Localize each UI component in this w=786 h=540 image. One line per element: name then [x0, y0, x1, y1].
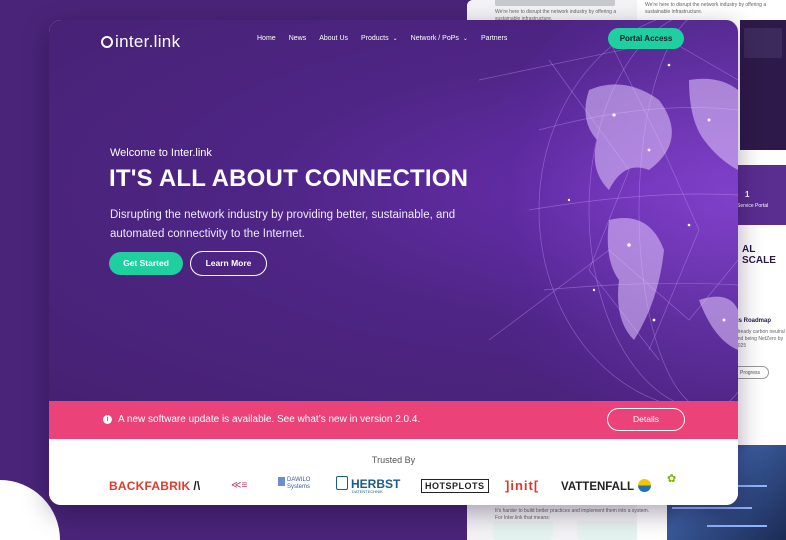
background-scale-heading: AL SCALE: [742, 244, 776, 266]
trusted-by-section: Trusted By BACKFABRIK/\ ≪≡ DAWILO Systems…: [49, 439, 738, 505]
nav-partners[interactable]: Partners: [481, 35, 507, 42]
nav-about-us[interactable]: About Us: [319, 35, 348, 42]
learn-more-button[interactable]: Learn More: [190, 251, 267, 276]
vattenfall-logo: VATTENFALL: [561, 479, 652, 493]
main-website-card: inter.link Home News About Us Products ⌄ …: [49, 20, 738, 505]
vattenfall-sun-icon: [638, 479, 652, 492]
get-started-button[interactable]: Get Started: [109, 252, 183, 275]
background-feature-card-2: [577, 521, 637, 540]
nav-products-label: Products: [361, 35, 389, 42]
service-count: 1: [745, 190, 750, 199]
background-practices-text: It's harder to build better practices an…: [495, 508, 650, 521]
nav-products[interactable]: Products ⌄: [361, 35, 398, 42]
hotsplots-logo: HOTSPLOTS: [421, 479, 489, 493]
background-intro-text-2: We're here to disrupt the network indust…: [645, 2, 767, 15]
info-icon: i: [103, 415, 112, 424]
logo-text: inter.link: [115, 32, 181, 51]
logo-ring-icon: [101, 36, 113, 48]
hero-welcome-text: Welcome to Inter.link: [110, 147, 212, 159]
backfabrik-logo: BACKFABRIK/\: [109, 479, 201, 493]
portal-access-button[interactable]: Portal Access: [608, 28, 684, 49]
background-feature-card: [493, 521, 553, 540]
update-alert-banner: i A new software update is available. Se…: [49, 401, 738, 439]
background-roadmap-text: already carbon neutral and being NetZero…: [735, 329, 785, 349]
nav-network-label: Network / PoPs: [410, 35, 459, 42]
background-heading-bar: [495, 0, 615, 6]
nav-network-pops[interactable]: Network / PoPs ⌄: [411, 35, 468, 42]
green-tree-logo: ✿: [667, 473, 677, 485]
background-roadmap-heading: us Roadmap: [735, 318, 772, 324]
fish-logo-icon: ≪≡: [231, 480, 248, 491]
partner-logo-row: BACKFABRIK/\ ≪≡ DAWILO Systems HERBST DATE…: [49, 473, 738, 501]
background-service-card: 1 Service Portal: [735, 165, 786, 225]
main-navigation: Home News About Us Products ⌄ Network / P…: [257, 35, 520, 42]
chevron-down-icon: ⌄: [462, 36, 468, 42]
alert-message: A new software update is available. See …: [118, 414, 421, 425]
init-logo: ]init[: [505, 478, 540, 493]
hero-headline: IT'S ALL ABOUT CONNECTION: [109, 165, 469, 192]
service-label: Service Portal: [737, 203, 769, 209]
details-button[interactable]: Details: [607, 408, 685, 431]
dawilo-systems-logo: DAWILO Systems: [278, 477, 310, 491]
hero-section: inter.link Home News About Us Products ⌄ …: [49, 20, 738, 401]
background-world-map: [744, 28, 782, 58]
chevron-down-icon: ⌄: [392, 36, 398, 42]
hero-subtitle: Disrupting the network industry by provi…: [110, 209, 456, 240]
nav-news[interactable]: News: [289, 35, 307, 42]
herbst-logo: HERBST DATENTECHNIK: [336, 476, 400, 494]
nav-home[interactable]: Home: [257, 35, 276, 42]
trusted-by-title: Trusted By: [371, 455, 416, 465]
site-logo[interactable]: inter.link: [101, 32, 180, 52]
